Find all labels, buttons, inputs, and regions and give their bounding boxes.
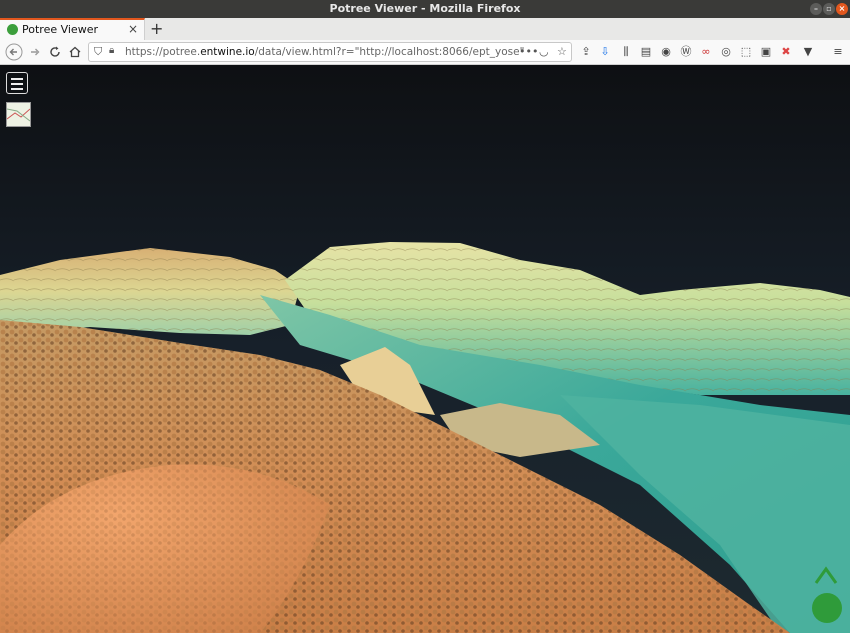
navigation-toolbar: ⛉ 🔒︎ https://potree.entwine.io/data/view…: [0, 40, 850, 65]
home-button[interactable]: [66, 43, 84, 61]
close-window-button[interactable]: ×: [836, 3, 848, 15]
reload-button[interactable]: [46, 43, 64, 61]
window-titlebar: Potree Viewer - Mozilla Firefox – ▫ ×: [0, 0, 850, 18]
sidebar-icon[interactable]: ▤: [638, 44, 654, 60]
potree-3d-viewport[interactable]: [0, 65, 850, 633]
sidebar-menu-button[interactable]: [6, 72, 28, 94]
potree-favicon-icon: [7, 24, 18, 35]
arrow-right-icon: [31, 48, 40, 56]
extension-icon[interactable]: ◉: [658, 44, 674, 60]
extension-icon[interactable]: ▼: [800, 44, 816, 60]
navigation-arrow-icon[interactable]: [814, 565, 838, 587]
extension-icon[interactable]: Ⓦ: [678, 44, 694, 60]
point-cloud-render[interactable]: [0, 65, 850, 633]
maximize-button[interactable]: ▫: [823, 3, 835, 15]
tab-potree-viewer[interactable]: Potree Viewer ×: [0, 18, 145, 40]
minimize-button[interactable]: –: [810, 3, 822, 15]
forward-button[interactable]: [26, 43, 44, 61]
url-text[interactable]: https://potree.entwine.io/data/view.html…: [125, 46, 524, 58]
screenshot-icon[interactable]: ⬚: [738, 44, 754, 60]
reload-icon: [50, 46, 60, 57]
account-icon[interactable]: ◎: [718, 44, 734, 60]
tab-bar: Potree Viewer × +: [0, 18, 850, 40]
address-bar[interactable]: ⛉ 🔒︎ https://potree.entwine.io/data/view…: [88, 42, 572, 62]
hamburger-menu-icon[interactable]: ≡: [830, 44, 846, 60]
download-icon[interactable]: ⇩: [597, 44, 613, 60]
home-icon: [69, 46, 81, 58]
map-icon: [7, 108, 30, 122]
reader-icon[interactable]: ⇪: [578, 44, 594, 60]
window-title: Potree Viewer - Mozilla Firefox: [329, 2, 521, 15]
extension-icon[interactable]: ∞: [698, 44, 714, 60]
arrow-left-icon: [5, 43, 23, 61]
back-button[interactable]: [5, 43, 23, 61]
close-tab-icon[interactable]: ×: [128, 22, 138, 36]
navigation-cube-icon[interactable]: [812, 593, 842, 623]
extension-icon[interactable]: ▣: [758, 44, 774, 60]
library-icon[interactable]: ⫼: [618, 44, 634, 60]
tracking-shield-icon[interactable]: ⛉: [94, 45, 102, 59]
pocket-icon[interactable]: ◡: [539, 45, 549, 58]
tab-label: Potree Viewer: [22, 23, 98, 36]
bookmark-star-icon[interactable]: ☆: [557, 45, 567, 58]
extension-icon[interactable]: ✖: [778, 44, 794, 60]
new-tab-button[interactable]: +: [150, 19, 163, 38]
lock-icon[interactable]: 🔒︎: [109, 45, 114, 56]
map-toggle-button[interactable]: [6, 102, 31, 127]
page-actions-icon[interactable]: •••: [519, 45, 538, 58]
